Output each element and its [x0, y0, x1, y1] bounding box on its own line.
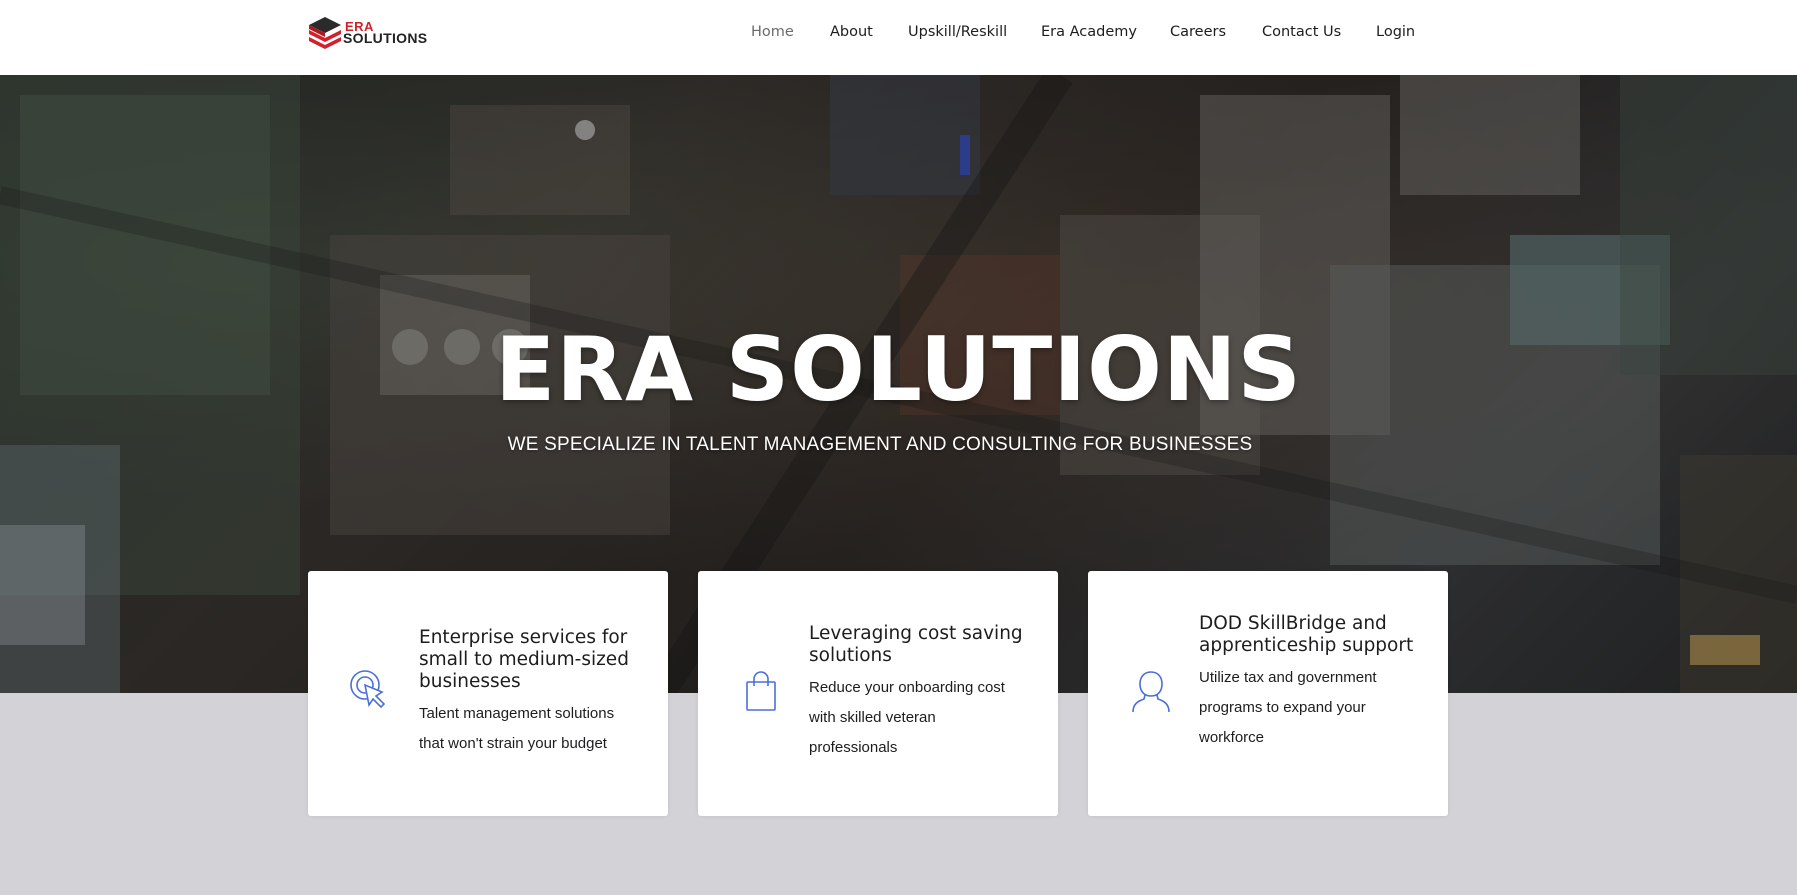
- hero-subtitle: WE SPECIALIZE IN TALENT MANAGEMENT AND C…: [507, 434, 1253, 455]
- card-title: DOD SkillBridge and apprenticeship suppo…: [1199, 613, 1414, 656]
- card-title: Leveraging cost saving solutions: [809, 623, 1023, 666]
- card-body: DOD SkillBridge and apprenticeship suppo…: [1199, 613, 1414, 753]
- card-text: Reduce your onboarding cost with skilled…: [809, 679, 1005, 756]
- nav-home[interactable]: Home: [751, 24, 794, 40]
- nav-upskill-reskill[interactable]: Upskill/Reskill: [908, 24, 1007, 40]
- hero-title: ERA SOLUTIONS: [495, 318, 1302, 421]
- shopping-bag-icon: [746, 671, 776, 711]
- card-title: Enterprise services for small to medium-…: [419, 627, 629, 692]
- service-card-skillbridge: DOD SkillBridge and apprenticeship suppo…: [1088, 571, 1448, 816]
- cursor-click-icon: [350, 670, 386, 709]
- card-text: Utilize tax and government programs to e…: [1199, 669, 1377, 746]
- main-nav: Home About Upskill/Reskill Era Academy C…: [0, 24, 1797, 44]
- card-body: Leveraging cost saving solutions Reduce …: [809, 623, 1024, 763]
- user-icon: [1132, 671, 1170, 713]
- nav-careers[interactable]: Careers: [1170, 24, 1226, 40]
- card-text: Talent management solutions that won't s…: [419, 705, 615, 752]
- nav-contact-us[interactable]: Contact Us: [1262, 24, 1341, 40]
- nav-about[interactable]: About: [830, 24, 873, 40]
- nav-era-academy[interactable]: Era Academy: [1041, 24, 1137, 40]
- service-card-cost-saving: Leveraging cost saving solutions Reduce …: [698, 571, 1058, 816]
- nav-login[interactable]: Login: [1376, 24, 1415, 40]
- card-body: Enterprise services for small to medium-…: [419, 627, 634, 759]
- service-card-enterprise: Enterprise services for small to medium-…: [308, 571, 668, 816]
- site-header: ERA SOLUTIONS Home About Upskill/Reskill…: [0, 0, 1797, 75]
